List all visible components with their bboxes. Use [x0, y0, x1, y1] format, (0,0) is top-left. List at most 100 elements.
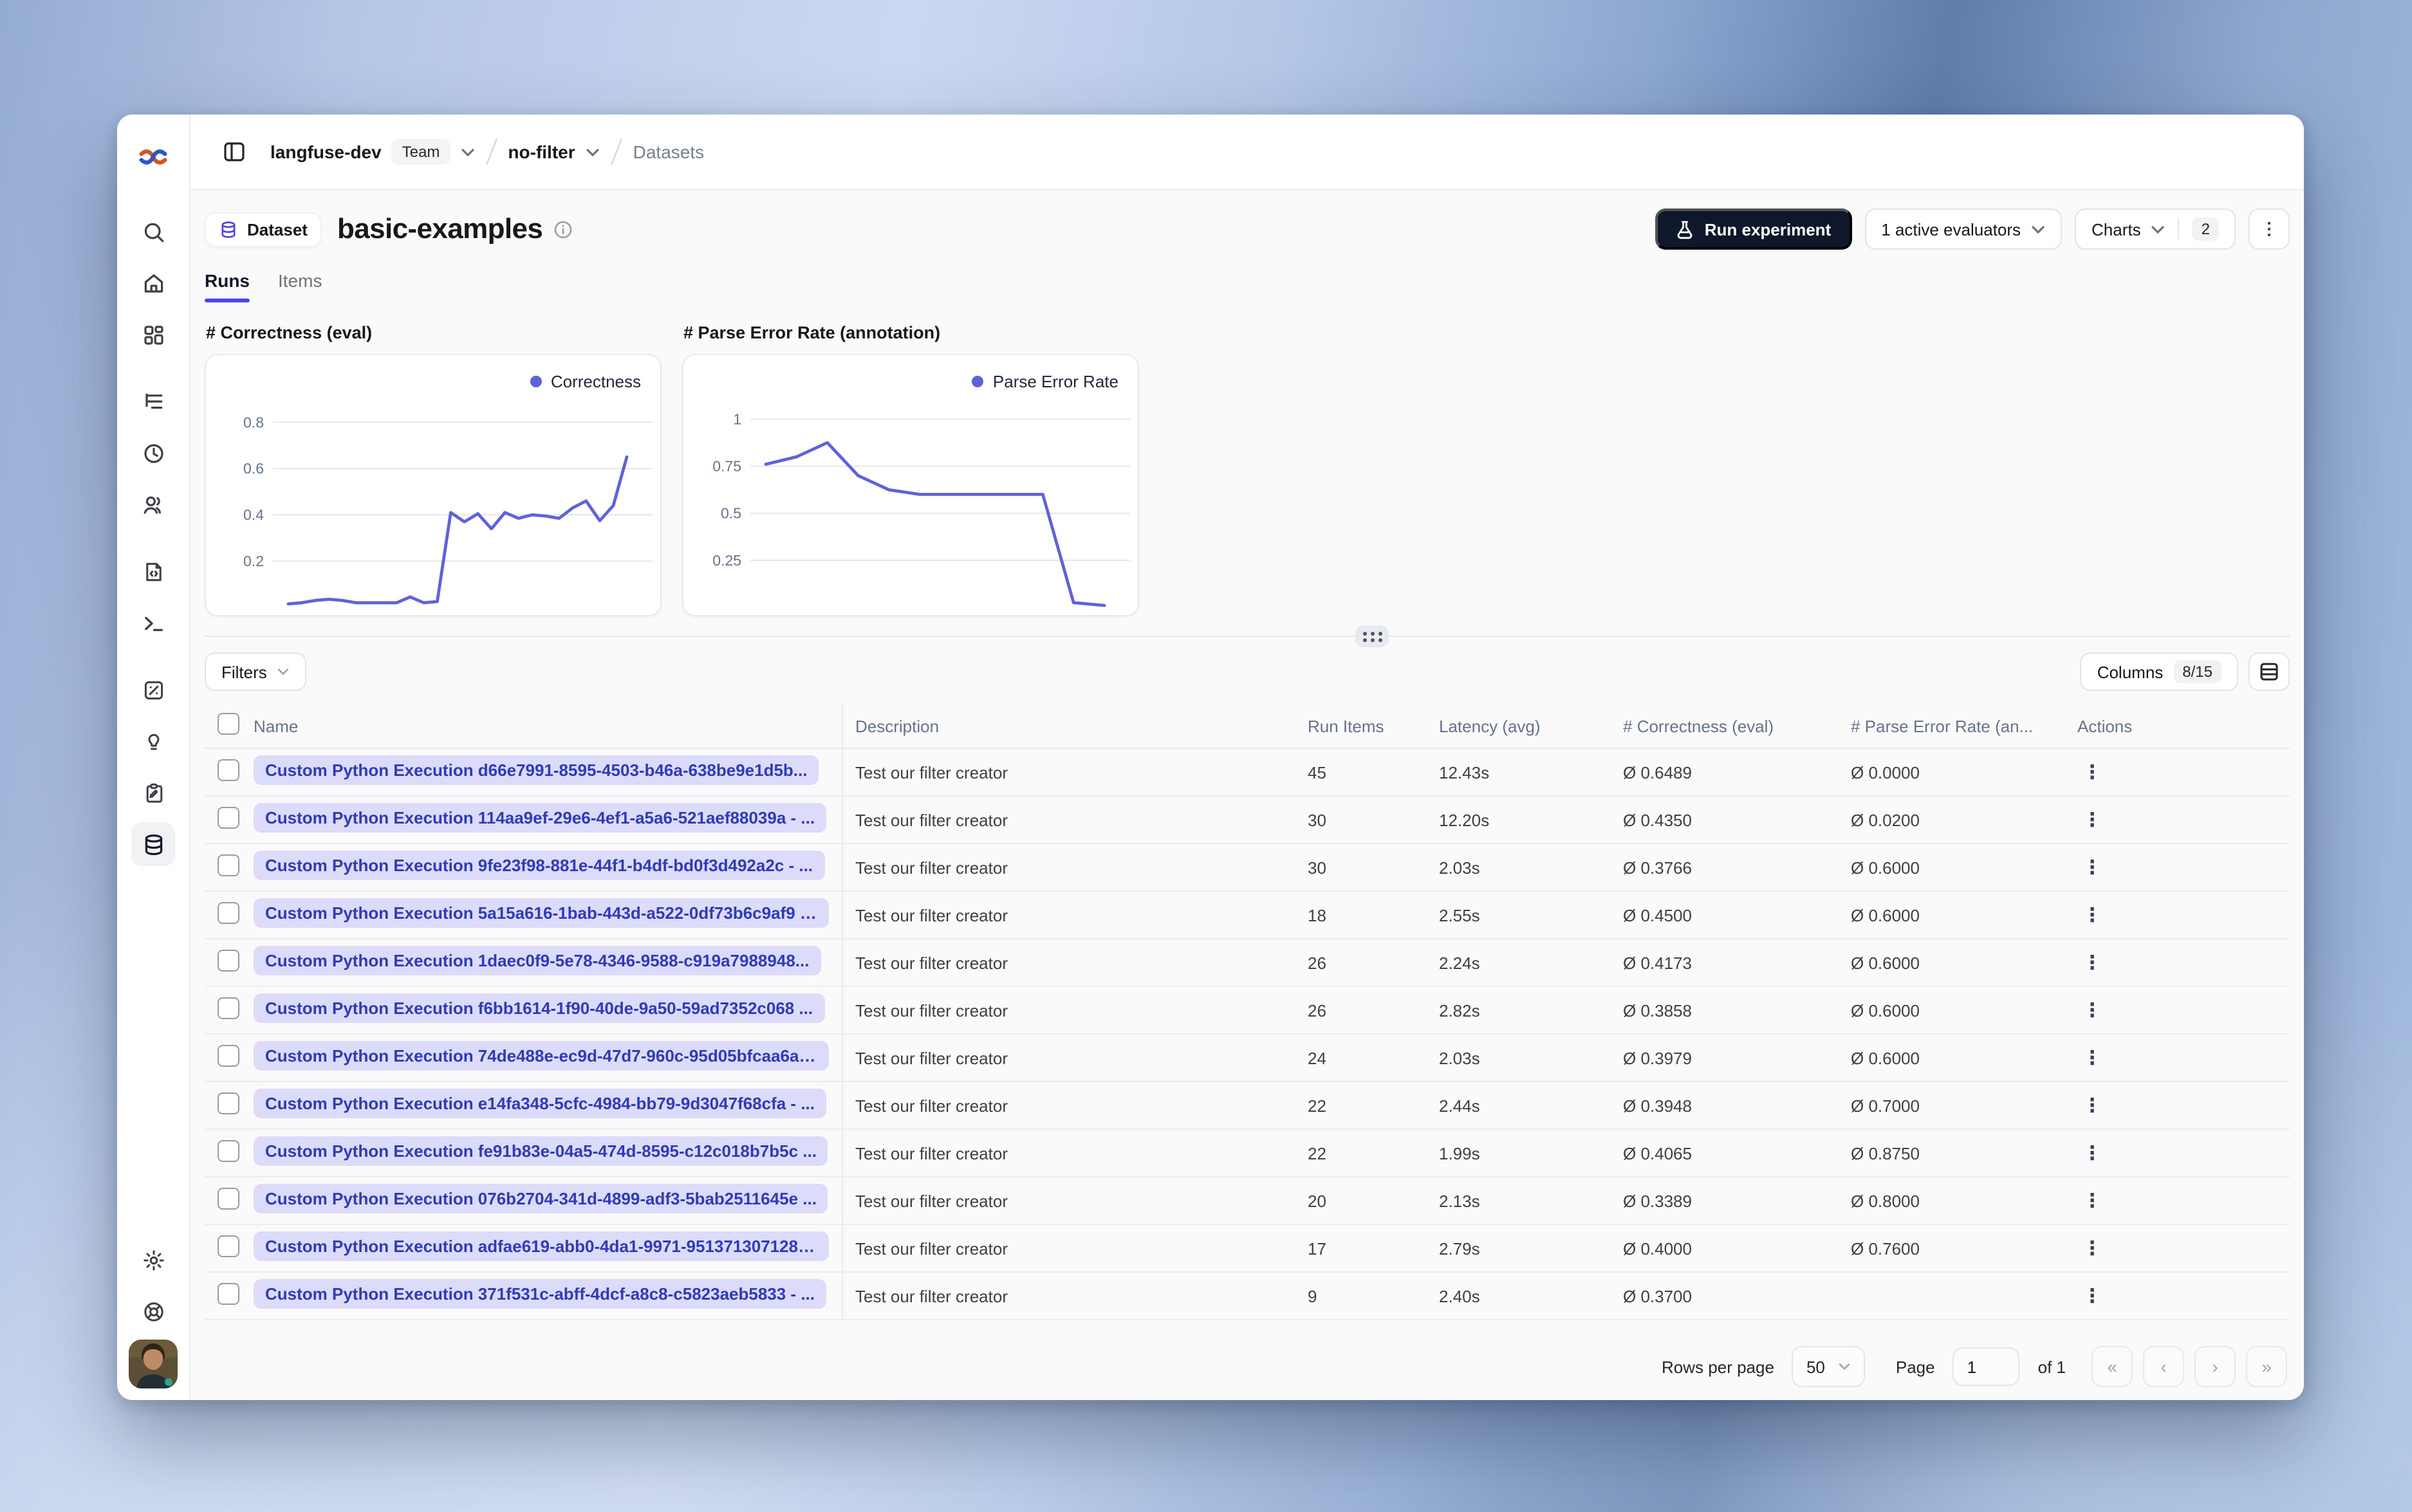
- more-actions-button[interactable]: ⋮: [2249, 208, 2290, 250]
- row-actions-menu[interactable]: ⋮: [2077, 762, 2103, 784]
- run-name-link[interactable]: Custom Python Execution e14fa348-5cfc-49…: [254, 1089, 826, 1118]
- table-row: Custom Python Execution 076b2704-341d-48…: [205, 1177, 2290, 1225]
- first-page-button[interactable]: «: [2092, 1346, 2133, 1387]
- playground-terminal-icon[interactable]: [131, 601, 175, 645]
- run-name-link[interactable]: Custom Python Execution f6bb1614-1f90-40…: [254, 993, 825, 1023]
- row-actions-menu[interactable]: ⋮: [2077, 1000, 2103, 1022]
- search-icon[interactable]: [131, 210, 175, 254]
- sessions-clock-icon[interactable]: [131, 431, 175, 475]
- tab-runs[interactable]: Runs: [205, 270, 250, 302]
- annotation-clipboard-icon[interactable]: [131, 771, 175, 815]
- last-page-button[interactable]: »: [2246, 1346, 2287, 1387]
- row-actions-menu[interactable]: ⋮: [2077, 1143, 2103, 1165]
- flask-icon: [1678, 220, 1693, 239]
- chart-legend: Parse Error Rate: [972, 372, 1118, 391]
- run-experiment-button[interactable]: Run experiment: [1655, 208, 1852, 250]
- page-number-input[interactable]: [1953, 1347, 2020, 1386]
- run-items-count: 22: [1295, 1082, 1426, 1130]
- run-items-count: 30: [1295, 844, 1426, 892]
- run-description: Test our filter creator: [842, 1034, 1295, 1082]
- prev-page-button[interactable]: ‹: [2143, 1346, 2184, 1387]
- correctness-line-chart: 0.2 0.4 0.6 0.8: [243, 414, 653, 606]
- run-name-link[interactable]: Custom Python Execution 1daec0f9-5e78-43…: [254, 946, 821, 975]
- run-name-link[interactable]: Custom Python Execution adfae619-abb0-4d…: [254, 1231, 828, 1261]
- run-name-link[interactable]: Custom Python Execution 74de488e-ec9d-47…: [254, 1041, 828, 1071]
- evaluation-percent-icon[interactable]: [131, 668, 175, 712]
- row-checkbox[interactable]: [218, 1140, 239, 1162]
- active-evaluators-button[interactable]: 1 active evaluators: [1864, 208, 2063, 250]
- settings-gear-icon[interactable]: [131, 1238, 175, 1282]
- run-name-link[interactable]: Custom Python Execution 9fe23f98-881e-44…: [254, 851, 825, 880]
- row-actions-menu[interactable]: ⋮: [2077, 1047, 2103, 1069]
- row-actions-menu[interactable]: ⋮: [2077, 905, 2103, 927]
- run-items-count: 18: [1295, 891, 1426, 939]
- prompts-file-icon[interactable]: [131, 549, 175, 593]
- filters-button[interactable]: Filters: [205, 652, 307, 691]
- column-header-description[interactable]: Description: [842, 704, 1295, 749]
- row-checkbox[interactable]: [218, 997, 239, 1019]
- columns-button[interactable]: Columns 8/15: [2080, 652, 2238, 691]
- next-page-button[interactable]: ›: [2194, 1346, 2236, 1387]
- charts-toggle-button[interactable]: Charts 2: [2075, 208, 2236, 250]
- tracing-icon[interactable]: [131, 380, 175, 423]
- run-name-link[interactable]: Custom Python Execution d66e7991-8595-45…: [254, 755, 819, 785]
- column-header-run-items[interactable]: Run Items: [1295, 704, 1426, 749]
- run-name-link[interactable]: Custom Python Execution 076b2704-341d-48…: [254, 1184, 828, 1213]
- row-checkbox[interactable]: [218, 807, 239, 829]
- row-checkbox[interactable]: [218, 759, 239, 781]
- dataset-badge-label: Dataset: [247, 219, 308, 239]
- row-checkbox[interactable]: [218, 1235, 239, 1257]
- run-latency: 2.79s: [1426, 1224, 1610, 1273]
- column-header-parse-error[interactable]: # Parse Error Rate (an...: [1838, 704, 2064, 749]
- row-actions-menu[interactable]: ⋮: [2077, 809, 2103, 831]
- sidebar-toggle-icon[interactable]: [216, 134, 252, 170]
- chevron-down-icon[interactable]: [460, 147, 474, 156]
- run-name-link[interactable]: Custom Python Execution 371f531c-abff-4d…: [254, 1279, 826, 1309]
- row-checkbox[interactable]: [218, 1188, 239, 1210]
- users-icon[interactable]: [131, 483, 175, 526]
- dashboard-icon[interactable]: [131, 313, 175, 356]
- run-name-link[interactable]: Custom Python Execution fe91b83e-04a5-47…: [254, 1136, 828, 1166]
- row-actions-menu[interactable]: ⋮: [2077, 1190, 2103, 1212]
- row-checkbox[interactable]: [218, 1283, 239, 1305]
- table-row: Custom Python Execution 74de488e-ec9d-47…: [205, 1034, 2290, 1082]
- run-correctness-avg: Ø 0.3948: [1610, 1082, 1838, 1130]
- row-checkbox[interactable]: [218, 1045, 239, 1067]
- tab-items[interactable]: Items: [278, 270, 322, 302]
- database-icon: [221, 221, 236, 237]
- run-name-link[interactable]: Custom Python Execution 5a15a616-1bab-44…: [254, 898, 828, 928]
- chevron-down-icon[interactable]: [586, 147, 600, 156]
- row-checkbox[interactable]: [218, 950, 239, 972]
- row-actions-menu[interactable]: ⋮: [2077, 1286, 2103, 1307]
- column-header-latency[interactable]: Latency (avg): [1426, 704, 1610, 749]
- run-name-link[interactable]: Custom Python Execution 114aa9ef-29e6-4e…: [254, 803, 827, 833]
- resize-handle[interactable]: [1355, 625, 1389, 647]
- row-actions-menu[interactable]: ⋮: [2077, 857, 2103, 879]
- run-items-count: 17: [1295, 1224, 1426, 1273]
- info-icon[interactable]: [553, 219, 572, 239]
- row-actions-menu[interactable]: ⋮: [2077, 1095, 2103, 1117]
- run-items-count: 45: [1295, 748, 1426, 797]
- select-all-checkbox[interactable]: [218, 713, 239, 735]
- support-lifebuoy-icon[interactable]: [131, 1289, 175, 1333]
- row-checkbox[interactable]: [218, 1093, 239, 1114]
- row-checkbox[interactable]: [218, 902, 239, 924]
- rows-per-page-select[interactable]: 50: [1792, 1346, 1865, 1387]
- run-latency: 1.99s: [1426, 1129, 1610, 1177]
- row-height-button[interactable]: [2249, 652, 2290, 691]
- breadcrumb-project[interactable]: no-filter: [508, 142, 575, 162]
- insights-lightbulb-icon[interactable]: [131, 719, 175, 763]
- column-header-name[interactable]: Name: [241, 704, 842, 749]
- row-actions-menu[interactable]: ⋮: [2077, 952, 2103, 974]
- home-icon[interactable]: [131, 261, 175, 305]
- user-avatar[interactable]: [129, 1340, 178, 1388]
- run-correctness-avg: Ø 0.4065: [1610, 1129, 1838, 1177]
- run-parse-error-avg: Ø 0.8000: [1838, 1177, 2064, 1225]
- row-checkbox[interactable]: [218, 854, 239, 876]
- breadcrumb-org[interactable]: langfuse-dev: [270, 142, 382, 162]
- row-actions-menu[interactable]: ⋮: [2077, 1238, 2103, 1260]
- breadcrumb-section[interactable]: Datasets: [633, 142, 705, 162]
- column-header-correctness[interactable]: # Correctness (eval): [1610, 704, 1838, 749]
- sidebar-item-datasets[interactable]: [131, 822, 175, 866]
- run-description: Test our filter creator: [842, 1224, 1295, 1273]
